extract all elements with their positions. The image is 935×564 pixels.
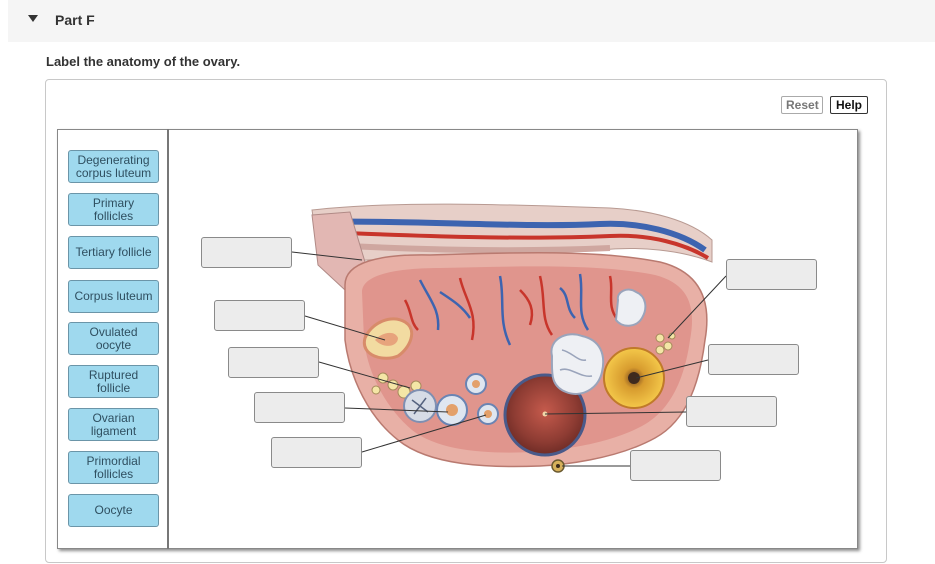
drop-target-8[interactable] [686, 396, 777, 427]
drop-target-1[interactable] [201, 237, 292, 268]
small-albicans-structure [614, 288, 647, 327]
ruptured-follicle-structure [403, 389, 437, 423]
drop-target-4[interactable] [254, 392, 345, 423]
drop-target-9[interactable] [630, 450, 721, 481]
drop-target-5[interactable] [271, 437, 362, 468]
corpus-luteum-structure [603, 347, 665, 409]
corpus-albicans-structure [550, 333, 605, 395]
drop-target-2[interactable] [214, 300, 305, 331]
drop-target-7[interactable] [708, 344, 799, 375]
drop-target-3[interactable] [228, 347, 319, 378]
drop-target-6[interactable] [726, 259, 817, 290]
